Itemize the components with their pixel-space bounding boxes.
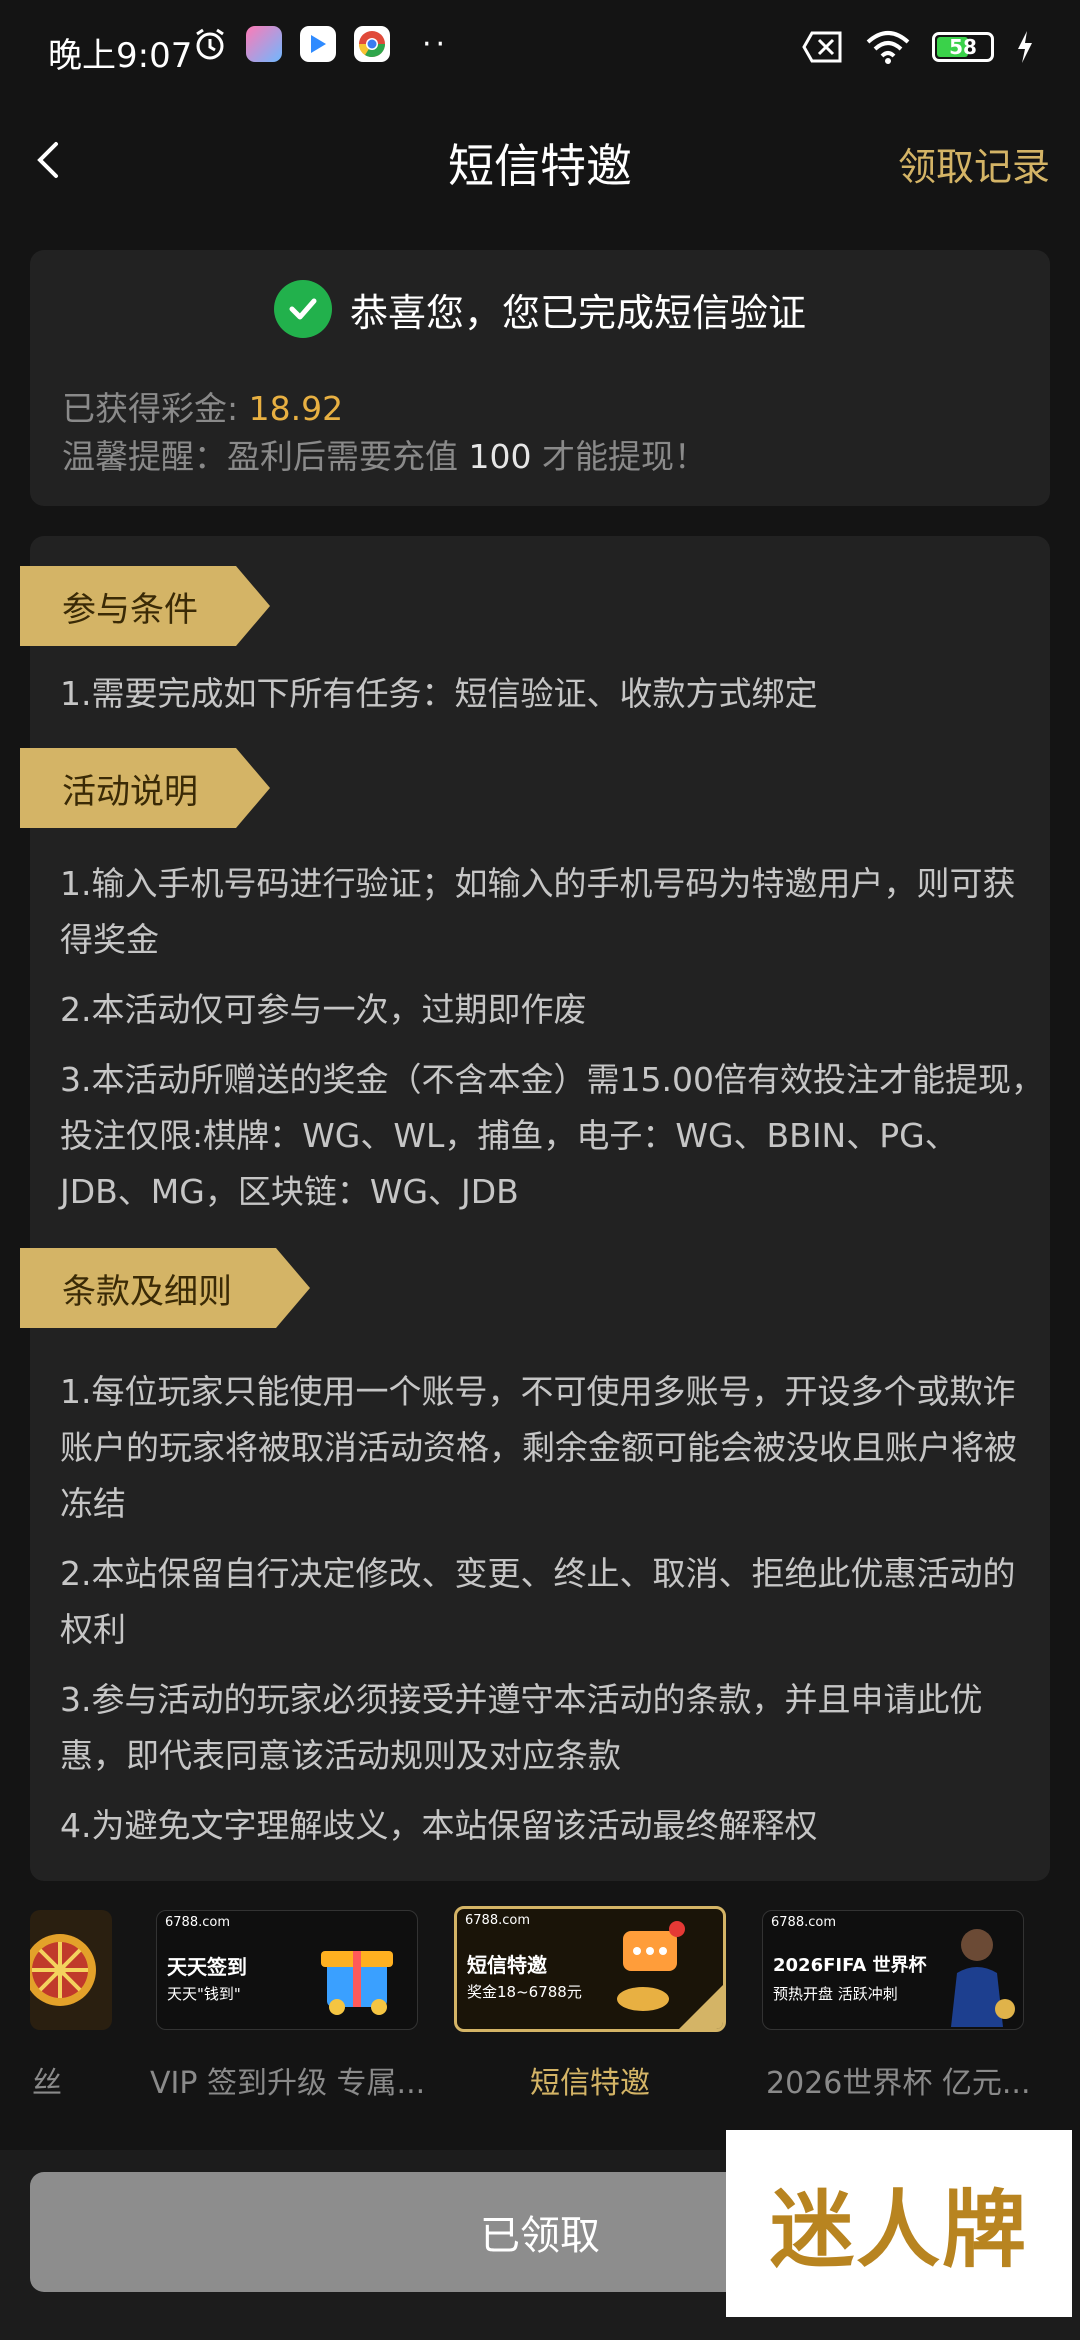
check-icon (273, 280, 332, 338)
status-time: 晚上9:07 (48, 36, 193, 76)
conditions-item-1: 1.需要完成如下所有任务：短信验证、收款方式绑定 (60, 674, 818, 713)
tip-prefix: 温馨提醒：盈利后需要充值 (62, 437, 469, 476)
banner-subtitle: 奖金18~6788元 (467, 1983, 582, 2001)
bonus-value: 18.92 (248, 389, 344, 428)
promo-tab-signin[interactable]: 6788.com 天天签到 天天"钱到" (156, 1910, 418, 2030)
terms-item-2: 2.本站保留自行决定修改、变更、终止、取消、拒绝此优惠活动的权利 (60, 1554, 1016, 1649)
gift-box-icon (321, 1951, 393, 2015)
watermark-text: 迷人牌 (769, 2180, 1028, 2279)
no-sim-icon (802, 31, 842, 63)
banner-subtitle: 预热开盘 活跃冲刺 (773, 1985, 898, 2003)
status-notification-icons: ·· (192, 26, 449, 62)
verification-message: 恭喜您，您已完成短信验证 (349, 290, 806, 335)
more-notifications-icon: ·· (422, 26, 450, 62)
verification-card: 恭喜您，您已完成短信验证 已获得彩金: 18.92 温馨提醒：盈利后需要充值 1… (30, 250, 1050, 506)
banner-subtitle: 天天"钱到" (167, 1985, 241, 2003)
wifi-icon (866, 31, 910, 64)
promo-tab-sms-invite-label[interactable]: 短信特邀 (530, 2058, 650, 2102)
bonus-label: 已获得彩金: (62, 389, 249, 428)
game-app-icon (246, 26, 282, 62)
alarm-icon (196, 28, 224, 60)
terms-item-1: 1.每位玩家只能使用一个账号，不可使用多账号，开设多个或欺诈账户的玩家将被取消活… (60, 1372, 1017, 1523)
battery-level: 58 (949, 35, 977, 59)
football-player-icon (951, 1929, 1015, 2027)
prize-wheel-icon (30, 1934, 96, 2006)
description-item-1: 1.输入手机号码进行验证；如输入的手机号码为特邀用户，则可获得奖金 (60, 864, 1016, 959)
app-header: 短信特邀 领取记录 (0, 100, 1080, 220)
chrome-icon (354, 26, 390, 62)
tip-suffix: 才能提现！ (531, 437, 707, 476)
section-tag-description: 活动说明 (20, 748, 270, 828)
watermark-logo: 迷人牌 (726, 2130, 1072, 2317)
status-system-icons: 58 (802, 30, 1034, 64)
battery-icon: 58 (932, 32, 994, 62)
selected-check-icon (679, 1985, 723, 2029)
banner-brand: 6788.com (165, 1915, 230, 1930)
promo-tab-signin-label[interactable]: VIP 签到升级 专属... (150, 2058, 425, 2102)
section-tag-conditions: 参与条件 (20, 566, 270, 646)
terms-item-3: 3.参与活动的玩家必须接受并遵守本活动的条款，并且申请此优惠，即代表同意该活动规… (60, 1680, 983, 1775)
claim-record-link[interactable]: 领取记录 (898, 136, 1050, 191)
promo-tab-sms-invite[interactable]: 6788.com 短信特邀 奖金18~6788元 (454, 1906, 726, 2032)
status-bar: 晚上9:07 ·· 58 (0, 0, 1080, 100)
verification-success-row: 恭喜您，您已完成短信验证 (30, 280, 1050, 338)
promo-tab-worldcup-label[interactable]: 2026世界杯 亿元... (766, 2058, 1031, 2102)
description-item-3: 3.本活动所赠送的奖金（不含本金）需15.00倍有效投注才能提现，投注仅限:棋牌… (60, 1060, 1044, 1211)
bonus-line: 已获得彩金: 18.92 (62, 382, 343, 430)
description-item-2: 2.本活动仅可参与一次，过期即作废 (60, 990, 587, 1029)
play-store-icon (300, 26, 336, 62)
promo-tab-wheel[interactable] (30, 1910, 112, 2030)
banner-title: 2026FIFA 世界杯 (773, 1955, 927, 1976)
withdraw-tip: 温馨提醒：盈利后需要充值 100 才能提现！ (62, 430, 707, 478)
rules-card: 参与条件 1.需要完成如下所有任务：短信验证、收款方式绑定 活动说明 1.输入手… (30, 536, 1050, 1881)
banner-title: 天天签到 (167, 1955, 247, 1979)
promotion-tabs: 丝 6788.com 天天签到 天天"钱到" VIP 签到升级 专属... 67… (0, 1890, 1080, 2150)
promo-tab-worldcup[interactable]: 6788.com 2026FIFA 世界杯 预热开盘 活跃冲刺 (762, 1910, 1024, 2030)
promo-tab-wheel-label[interactable]: 丝 (32, 2058, 62, 2102)
charging-icon (1018, 31, 1032, 63)
banner-brand: 6788.com (465, 1913, 530, 1928)
section-tag-terms: 条款及细则 (20, 1248, 310, 1328)
banner-brand: 6788.com (771, 1915, 836, 1930)
terms-item-4: 4.为避免文字理解歧义，本站保留该活动最终解释权 (60, 1806, 818, 1845)
tip-amount: 100 (468, 437, 532, 476)
banner-title: 短信特邀 (467, 1953, 547, 1977)
